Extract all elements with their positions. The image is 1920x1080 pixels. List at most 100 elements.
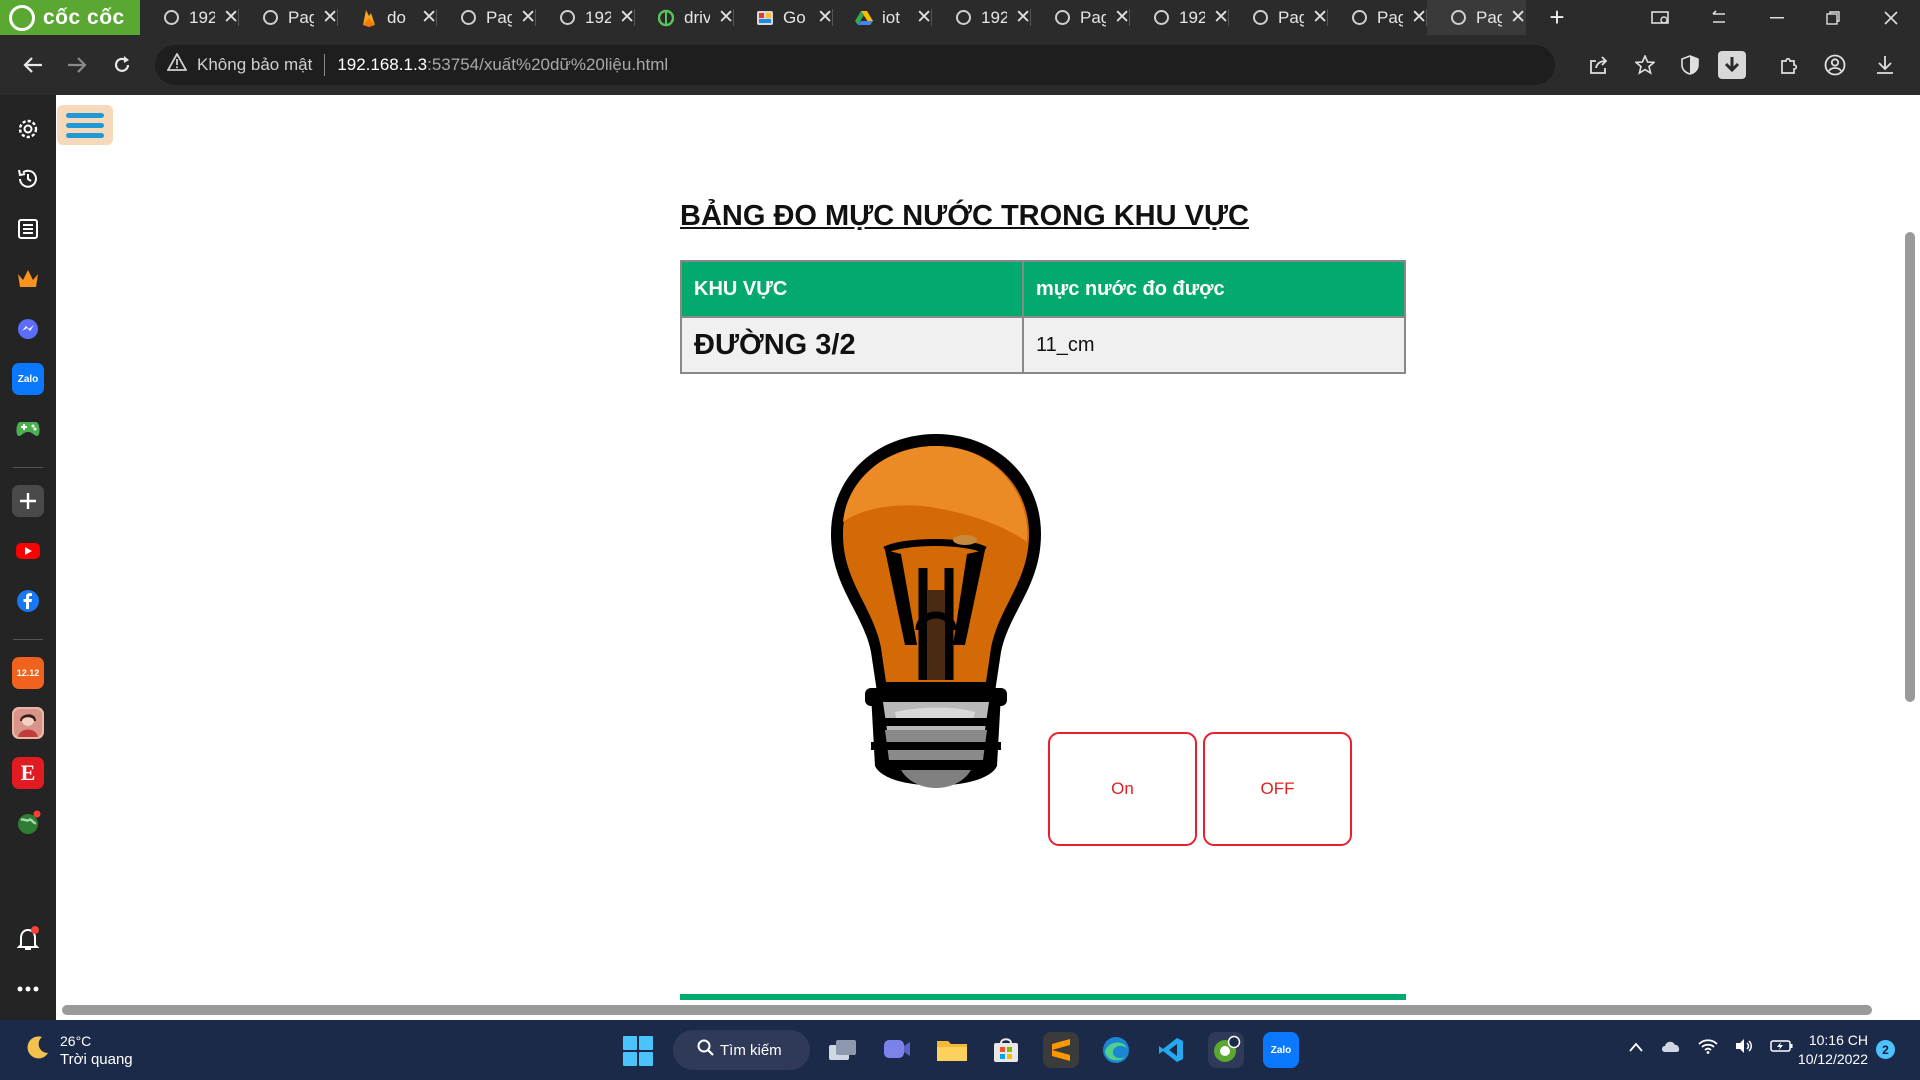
globe-icon xyxy=(261,9,279,27)
tab-close-icon[interactable]: ✕ xyxy=(223,6,239,29)
tab-close-icon[interactable]: ✕ xyxy=(619,6,635,29)
tab-close-icon[interactable]: ✕ xyxy=(1114,6,1130,29)
globe-game-icon[interactable] xyxy=(12,807,44,839)
zalo-taskbar-icon[interactable]: Zalo xyxy=(1263,1032,1299,1068)
file-explorer-icon[interactable] xyxy=(934,1032,970,1068)
edge-browser-icon[interactable] xyxy=(1098,1032,1134,1068)
more-icon[interactable] xyxy=(12,973,44,1005)
url-path: :53754/xuất%20dữ%20liệu.html xyxy=(427,55,669,74)
avatar-icon[interactable] xyxy=(12,707,44,739)
new-tab-button[interactable]: + xyxy=(1542,0,1572,35)
coccoc-taskbar-icon[interactable] xyxy=(1208,1032,1244,1068)
restore-button[interactable] xyxy=(1808,0,1858,35)
history-icon[interactable] xyxy=(12,163,44,195)
forward-arrow-icon[interactable] xyxy=(60,48,94,82)
tab-close-icon[interactable]: ✕ xyxy=(520,6,536,29)
facebook-icon[interactable] xyxy=(12,585,44,617)
browser-tab[interactable]: iot ✕ xyxy=(833,0,932,35)
reading-list-icon[interactable] xyxy=(12,213,44,245)
gamepad-icon[interactable] xyxy=(12,413,44,445)
browser-tab[interactable]: Pag ✕ xyxy=(1031,0,1130,35)
browser-tab-active[interactable]: Pag ✕ xyxy=(1427,0,1526,35)
tab-close-icon[interactable]: ✕ xyxy=(1015,6,1031,29)
horizontal-scrollbar[interactable] xyxy=(56,1000,1900,1020)
chevron-up-icon[interactable] xyxy=(1628,1038,1644,1059)
taskbar-clock[interactable]: 10:16 CH 10/12/2022 xyxy=(1790,1031,1868,1069)
teams-chat-icon[interactable] xyxy=(879,1032,915,1068)
minimize-button[interactable] xyxy=(1752,0,1802,35)
volume-icon[interactable] xyxy=(1734,1038,1754,1059)
windows-start-icon[interactable] xyxy=(623,1036,653,1066)
tab-close-icon[interactable]: ✕ xyxy=(817,6,833,29)
messenger-icon[interactable] xyxy=(12,313,44,345)
onedrive-cloud-icon[interactable] xyxy=(1660,1038,1682,1059)
browser-tab[interactable]: 192 ✕ xyxy=(536,0,635,35)
globe-icon xyxy=(162,9,180,27)
browser-tab[interactable]: 192 ✕ xyxy=(932,0,1031,35)
back-forward-cache-icon[interactable] xyxy=(1694,0,1744,35)
vertical-scrollbar[interactable] xyxy=(1900,95,1920,1000)
tab-close-icon[interactable]: ✕ xyxy=(421,6,437,29)
browser-tab[interactable]: Go ✕ xyxy=(734,0,833,35)
browser-tab[interactable]: Pag ✕ xyxy=(239,0,338,35)
tab-close-icon[interactable]: ✕ xyxy=(1213,6,1229,29)
taskbar-search[interactable]: Tìm kiếm xyxy=(673,1030,810,1070)
download-icon[interactable] xyxy=(1868,48,1902,82)
crown-icon[interactable] xyxy=(12,263,44,295)
wifi-icon[interactable] xyxy=(1698,1038,1718,1059)
horizontal-scroll-thumb[interactable] xyxy=(62,1005,1872,1015)
browser-sidebar: Zalo 12.12 E xyxy=(0,95,56,1020)
tab-title: iot xyxy=(882,7,900,27)
table-header-row: KHU VỰC mực nước đo được xyxy=(680,260,1406,318)
browser-tab[interactable]: 192 ✕ xyxy=(140,0,239,35)
add-icon[interactable] xyxy=(12,485,44,517)
profile-icon[interactable] xyxy=(1818,48,1852,82)
hamburger-menu-icon[interactable] xyxy=(57,105,113,145)
browser-tab[interactable]: Pag ✕ xyxy=(437,0,536,35)
tab-search-icon[interactable] xyxy=(1636,0,1686,35)
on-button[interactable]: On xyxy=(1048,732,1197,846)
bookmark-star-icon[interactable] xyxy=(1628,48,1662,82)
browser-tab[interactable]: Pag ✕ xyxy=(1229,0,1328,35)
tab-title: Pag xyxy=(1080,7,1107,27)
browser-tab[interactable]: driv ✕ xyxy=(635,0,734,35)
coccoc-menu-button[interactable]: cốc cốc xyxy=(0,0,140,35)
tab-close-icon[interactable]: ✕ xyxy=(718,6,734,29)
sublime-text-icon[interactable] xyxy=(1043,1032,1079,1068)
zalo-icon[interactable]: Zalo xyxy=(12,363,44,395)
off-button[interactable]: OFF xyxy=(1203,732,1352,846)
vertical-scroll-thumb[interactable] xyxy=(1905,232,1915,702)
weather-widget[interactable]: 26°C Trời quang xyxy=(24,1032,133,1069)
globe-icon xyxy=(1152,9,1170,27)
tab-close-icon[interactable]: ✕ xyxy=(1411,6,1427,29)
security-status-label[interactable]: Không bảo mật xyxy=(197,55,312,75)
settings-icon[interactable] xyxy=(12,113,44,145)
browser-tab[interactable]: do ✕ xyxy=(338,0,437,35)
tab-close-icon[interactable]: ✕ xyxy=(322,6,338,29)
vscode-icon[interactable] xyxy=(1153,1032,1189,1068)
shield-icon[interactable] xyxy=(1673,48,1707,82)
download-manager-icon[interactable] xyxy=(1718,51,1746,79)
extensions-puzzle-icon[interactable] xyxy=(1772,48,1806,82)
microsoft-store-icon[interactable] xyxy=(988,1032,1024,1068)
browser-tab[interactable]: Pag ✕ xyxy=(1328,0,1427,35)
back-arrow-icon[interactable] xyxy=(16,48,50,82)
column-header-area: KHU VỰC xyxy=(680,260,1024,318)
tab-close-icon[interactable]: ✕ xyxy=(916,6,932,29)
close-window-button[interactable] xyxy=(1866,0,1916,35)
notification-count-badge[interactable]: 2 xyxy=(1876,1040,1895,1059)
notification-bell-icon[interactable] xyxy=(12,923,44,955)
address-bar[interactable]: Không bảo mật 192.168.1.3:53754/xuất%20d… xyxy=(155,45,1555,85)
browser-tab[interactable]: 192 ✕ xyxy=(1130,0,1229,35)
task-view-icon[interactable] xyxy=(824,1032,860,1068)
tab-close-icon[interactable]: ✕ xyxy=(1312,6,1328,29)
share-icon[interactable] xyxy=(1582,48,1616,82)
web-page: BẢNG ĐO MỰC NƯỚC TRONG KHU VỰC KHU VỰC m… xyxy=(56,95,1900,1000)
youtube-icon[interactable] xyxy=(12,535,44,567)
e-app-icon[interactable]: E xyxy=(12,757,44,789)
water-level-table: KHU VỰC mực nước đo được ĐƯỜNG 3/2 11_cm xyxy=(680,260,1406,374)
reload-icon[interactable] xyxy=(105,48,139,82)
weather-temperature: 26°C xyxy=(60,1033,92,1049)
shopee-icon[interactable]: 12.12 xyxy=(12,657,44,689)
tab-close-icon[interactable]: ✕ xyxy=(1510,6,1526,29)
